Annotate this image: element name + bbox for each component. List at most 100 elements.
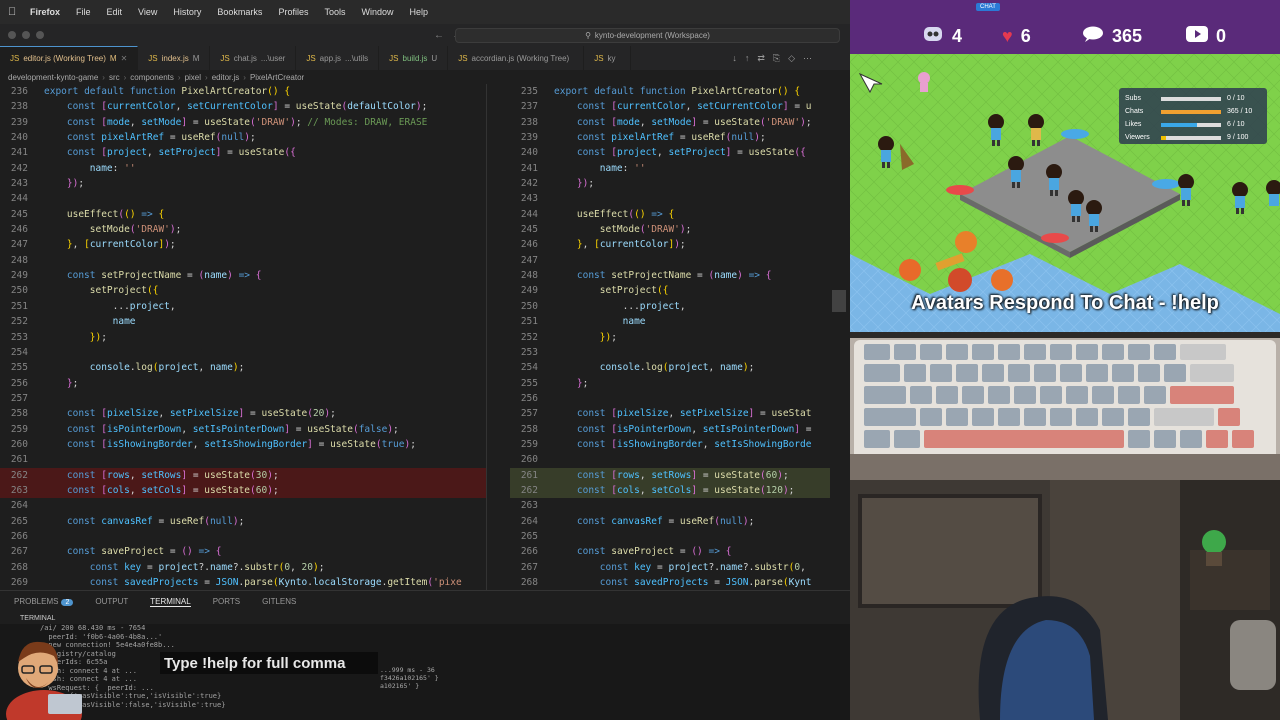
tab-output[interactable]: OUTPUT — [95, 597, 128, 606]
code-line[interactable]: 255 console.log(project, name); — [0, 360, 486, 375]
tab-ports[interactable]: PORTS — [213, 597, 240, 606]
diff-original-pane[interactable]: 236 export default function PixelArtCreat… — [0, 84, 486, 590]
breadcrumb-item[interactable]: PixelArtCreator — [250, 73, 304, 82]
minimap[interactable] — [830, 84, 850, 590]
code-line[interactable]: 258 const [pixelSize, setPixelSize] = us… — [0, 406, 486, 421]
menu-help[interactable]: Help — [409, 7, 428, 17]
editor-tab[interactable]: JS chat.js ...\user — [210, 46, 297, 70]
code-line[interactable]: 252 name — [0, 314, 486, 329]
code-line[interactable]: 235 export default function PixelArtCreat… — [510, 84, 830, 99]
removed-code-line[interactable]: 262 const [rows, setRows] = useState(30)… — [0, 467, 486, 483]
code-line[interactable]: 252 }); — [510, 330, 830, 345]
code-line[interactable]: 247 }, [currentColor]); — [0, 237, 486, 252]
code-line[interactable]: 237 const [currentColor, setCurrentColor… — [510, 99, 830, 114]
code-line[interactable]: 265 — [510, 529, 830, 544]
code-line[interactable]: 265 const canvasRef = useRef(null); — [0, 514, 486, 529]
code-line[interactable]: 267 const saveProject = () => { — [0, 544, 486, 559]
code-line[interactable]: 264 const canvasRef = useRef(null); — [510, 514, 830, 529]
code-line[interactable]: 238 const [mode, setMode] = useState('DR… — [510, 115, 830, 130]
code-line[interactable]: 239 const [mode, setMode] = useState('DR… — [0, 115, 486, 130]
code-line[interactable]: 250 ...project, — [510, 299, 830, 314]
editor-toolbar-icons[interactable]: ↓↑⇄⎘◇⋯ — [732, 53, 820, 64]
breadcrumb-item[interactable]: development-kynto-game — [8, 73, 98, 82]
code-line[interactable]: 266 — [0, 529, 486, 544]
zoom-window-button[interactable] — [36, 31, 44, 39]
editor-tab[interactable]: JS editor.js (Working Tree) M ✕ — [0, 46, 139, 70]
code-line[interactable]: 256 — [510, 391, 830, 406]
menu-history[interactable]: History — [173, 7, 201, 17]
code-line[interactable]: 266 const saveProject = () => { — [510, 544, 830, 559]
tab-problems[interactable]: PROBLEMS 2 — [14, 597, 74, 606]
code-line[interactable]: 268 const savedProjects = JSON.parse(Kyn… — [510, 575, 830, 590]
code-line[interactable]: 254 — [0, 345, 486, 360]
diff-modified-pane[interactable]: 235 export default function PixelArtCreat… — [510, 84, 830, 590]
breadcrumb-item[interactable]: pixel — [185, 73, 201, 82]
command-center-search[interactable]: ⚲ kynto-development (Workspace) — [455, 28, 840, 43]
code-line[interactable]: 243 }); — [0, 176, 486, 191]
code-line[interactable]: 250 setProject({ — [0, 283, 486, 298]
breadcrumb-item[interactable]: src — [109, 73, 120, 82]
code-line[interactable]: 241 name: '' — [510, 161, 830, 176]
breadcrumb-item[interactable]: editor.js — [212, 73, 240, 82]
code-line[interactable]: 245 setMode('DRAW'); — [510, 222, 830, 237]
close-tab-icon[interactable]: ✕ — [121, 54, 128, 63]
code-line[interactable]: 240 const pixelArtRef = useRef(null); — [0, 130, 486, 145]
code-line[interactable]: 244 — [0, 191, 486, 206]
code-line[interactable]: 263 — [510, 498, 830, 513]
code-line[interactable]: 240 const [project, setProject] = useSta… — [510, 145, 830, 160]
menu-file[interactable]: File — [76, 7, 91, 17]
code-line[interactable]: 254 console.log(project, name); — [510, 360, 830, 375]
code-line[interactable]: 236 export default function PixelArtCreat… — [0, 84, 486, 99]
menu-tools[interactable]: Tools — [324, 7, 345, 17]
code-line[interactable]: 253 — [510, 345, 830, 360]
code-line[interactable]: 257 — [0, 391, 486, 406]
menu-bookmarks[interactable]: Bookmarks — [217, 7, 262, 17]
code-line[interactable]: 260 — [510, 452, 830, 467]
tab-gitlens[interactable]: GITLENS — [262, 597, 296, 606]
menu-view[interactable]: View — [138, 7, 157, 17]
editor-tab[interactable]: JS ky — [584, 46, 631, 70]
code-line[interactable]: 248 — [0, 253, 486, 268]
code-line[interactable]: 245 useEffect(() => { — [0, 207, 486, 222]
menu-edit[interactable]: Edit — [107, 7, 123, 17]
code-line[interactable]: 261 — [0, 452, 486, 467]
code-line[interactable]: 242 name: '' — [0, 161, 486, 176]
code-line[interactable]: 269 const savedProjects = JSON.parse(Kyn… — [0, 575, 486, 590]
minimize-window-button[interactable] — [22, 31, 30, 39]
menu-profiles[interactable]: Profiles — [278, 7, 308, 17]
added-code-line[interactable]: 261 const [rows, setRows] = useState(60)… — [510, 467, 830, 483]
breadcrumb-item[interactable]: components — [130, 73, 174, 82]
code-line[interactable]: 253 }); — [0, 330, 486, 345]
editor-tab[interactable]: JS build.js U — [379, 46, 449, 70]
code-line[interactable]: 239 const pixelArtRef = useRef(null); — [510, 130, 830, 145]
code-line[interactable]: 238 const [currentColor, setCurrentColor… — [0, 99, 486, 114]
minimap-slider[interactable] — [832, 290, 846, 312]
code-line[interactable]: 256 }; — [0, 376, 486, 391]
code-line[interactable]: 244 useEffect(() => { — [510, 207, 830, 222]
code-line[interactable]: 267 const key = project?.name?.substr(0, — [510, 560, 830, 575]
editor-tab[interactable]: JS accordian.js (Working Tree) — [448, 46, 585, 70]
code-line[interactable]: 243 — [510, 191, 830, 206]
removed-code-line[interactable]: 263 const [cols, setCols] = useState(60)… — [0, 482, 486, 499]
code-line[interactable]: 242 }); — [510, 176, 830, 191]
code-line[interactable]: 258 const [isPointerDown, setIsPointerDo… — [510, 422, 830, 437]
code-line[interactable]: 247 — [510, 253, 830, 268]
code-line[interactable]: 251 name — [510, 314, 830, 329]
code-line[interactable]: 259 const [isPointerDown, setIsPointerDo… — [0, 422, 486, 437]
code-line[interactable]: 255 }; — [510, 376, 830, 391]
code-line[interactable]: 259 const [isShowingBorder, setIsShowing… — [510, 437, 830, 452]
code-line[interactable]: 257 const [pixelSize, setPixelSize] = us… — [510, 406, 830, 421]
code-line[interactable]: 246 }, [currentColor]); — [510, 237, 830, 252]
tab-terminal[interactable]: TERMINAL — [150, 597, 191, 607]
code-line[interactable]: 260 const [isShowingBorder, setIsShowing… — [0, 437, 486, 452]
added-code-line[interactable]: 262 const [cols, setCols] = useState(120… — [510, 482, 830, 499]
menu-app-name[interactable]: Firefox — [30, 7, 60, 17]
code-line[interactable]: 268 const key = project?.name?.substr(0,… — [0, 560, 486, 575]
code-line[interactable]: 246 setMode('DRAW'); — [0, 222, 486, 237]
code-line[interactable]: 251 ...project, — [0, 299, 486, 314]
code-line[interactable]: 249 const setProjectName = (name) => { — [0, 268, 486, 283]
code-line[interactable]: 248 const setProjectName = (name) => { — [510, 268, 830, 283]
code-line[interactable]: 264 — [0, 498, 486, 513]
menu-window[interactable]: Window — [361, 7, 393, 17]
close-window-button[interactable] — [8, 31, 16, 39]
